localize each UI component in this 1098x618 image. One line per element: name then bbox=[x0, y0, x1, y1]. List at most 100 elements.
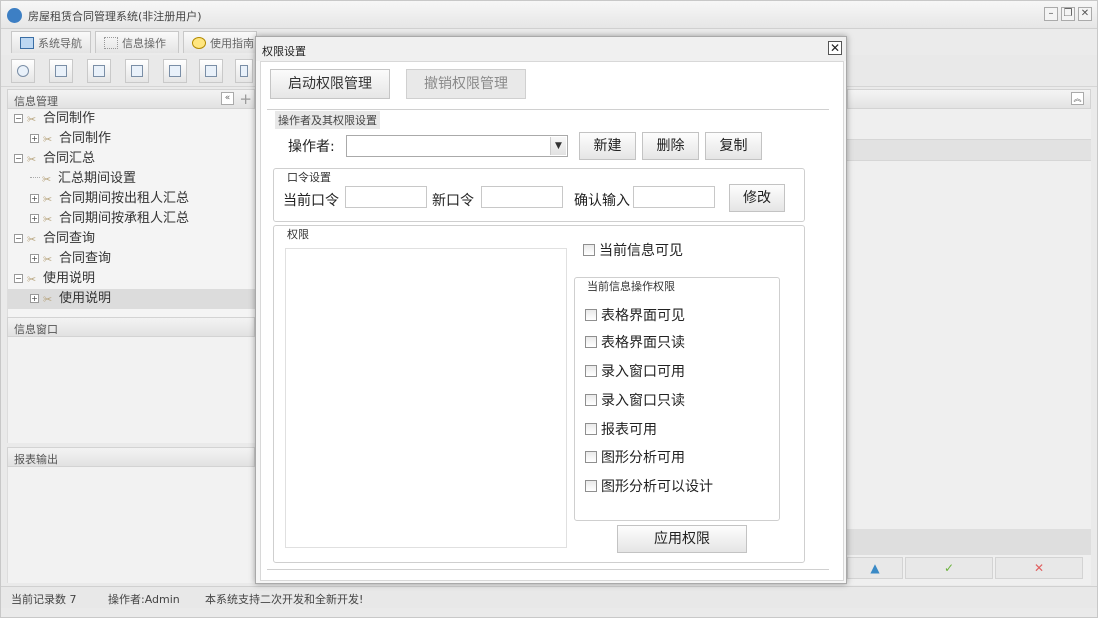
record-nav-bar: ▲ ✓ ✕ bbox=[847, 529, 1091, 579]
expand-toggle-icon[interactable]: + bbox=[30, 194, 39, 203]
tab-usage-guide[interactable]: 使用指南 bbox=[183, 31, 257, 53]
tools-icon: ✂ bbox=[27, 113, 37, 126]
checkbox-box[interactable] bbox=[583, 244, 595, 256]
checkbox-label: 报表可用 bbox=[601, 422, 657, 438]
operator-select[interactable]: ▼ bbox=[346, 135, 568, 157]
tab-label: 信息操作 bbox=[122, 37, 166, 50]
report-usable-checkbox[interactable]: 报表可用 bbox=[585, 419, 657, 439]
tree-item[interactable]: − ✂ 使用说明 bbox=[8, 269, 255, 289]
tree-item[interactable]: + ✂ 合同期间按承租人汇总 bbox=[8, 209, 255, 229]
current-info-visible-checkbox[interactable]: 当前信息可见 bbox=[583, 240, 683, 260]
checkbox-box[interactable] bbox=[585, 480, 597, 492]
tree-item[interactable]: − ✂ 合同制作 bbox=[8, 109, 255, 129]
expand-toggle-icon[interactable]: + bbox=[30, 294, 39, 303]
content-header: ︽ bbox=[847, 89, 1091, 109]
permissions-list[interactable] bbox=[285, 248, 567, 548]
collapse-up-icon[interactable]: ︽ bbox=[1071, 92, 1084, 105]
tree-item[interactable]: − ✂ 合同汇总 bbox=[8, 149, 255, 169]
tab-system-nav[interactable]: 系统导航 bbox=[11, 31, 91, 53]
panel-title: 信息窗口 bbox=[14, 323, 58, 336]
status-bar: 当前记录数 7 操作者:Admin 本系统支持二次开发和全新开发! bbox=[1, 586, 1097, 608]
tab-label: 系统导航 bbox=[38, 37, 82, 50]
modify-password-button[interactable]: 修改 bbox=[729, 184, 785, 212]
collapse-toggle-icon[interactable]: − bbox=[14, 274, 23, 283]
minimize-icon[interactable]: – bbox=[1044, 7, 1058, 21]
close-icon[interactable]: ✕ bbox=[1078, 7, 1092, 21]
search-icon bbox=[17, 65, 29, 77]
graph-usable-checkbox[interactable]: 图形分析可用 bbox=[585, 447, 685, 467]
tree-item[interactable]: ✂ 汇总期间设置 bbox=[8, 169, 255, 189]
report-output-body bbox=[7, 467, 255, 583]
collapse-toggle-icon[interactable]: − bbox=[14, 114, 23, 123]
permissions-section-legend: 权限 bbox=[285, 226, 311, 242]
revoke-permission-button[interactable]: 撤销权限管理 bbox=[406, 69, 526, 99]
dialog-titlebar: 权限设置 ✕ bbox=[256, 37, 846, 61]
collapse-toggle-icon[interactable]: − bbox=[14, 234, 23, 243]
status-message: 本系统支持二次开发和全新开发! bbox=[205, 593, 364, 606]
monitor-icon bbox=[20, 37, 34, 49]
checkbox-label: 表格界面可见 bbox=[601, 308, 685, 324]
delete-operator-button[interactable]: 删除 bbox=[642, 132, 699, 160]
up-arrow-icon[interactable]: ▲ bbox=[847, 557, 903, 579]
copy-operator-button[interactable]: 复制 bbox=[705, 132, 762, 160]
print-button[interactable] bbox=[235, 59, 253, 83]
checkbox-box[interactable] bbox=[585, 423, 597, 435]
grid-visible-checkbox[interactable]: 表格界面可见 bbox=[585, 305, 685, 325]
dialog-title: 权限设置 bbox=[262, 45, 306, 58]
new-operator-button[interactable]: 新建 bbox=[579, 132, 636, 160]
expand-toggle-icon[interactable]: + bbox=[30, 214, 39, 223]
restore-icon[interactable]: ❐ bbox=[1061, 7, 1075, 21]
expand-toggle-icon[interactable]: + bbox=[30, 254, 39, 263]
collapse-icon[interactable]: « bbox=[221, 92, 234, 105]
export-button[interactable] bbox=[199, 59, 223, 83]
grid-icon bbox=[104, 37, 118, 49]
search-button[interactable] bbox=[11, 59, 35, 83]
confirm-password-input[interactable] bbox=[633, 186, 715, 208]
checkbox-box[interactable] bbox=[585, 336, 597, 348]
tree-item[interactable]: + ✂ 合同制作 bbox=[8, 129, 255, 149]
expand-toggle-icon[interactable]: + bbox=[30, 134, 39, 143]
add-icon[interactable]: + bbox=[239, 90, 252, 108]
check-icon[interactable]: ✓ bbox=[905, 557, 993, 579]
list-view-button[interactable] bbox=[49, 59, 73, 83]
new-password-input[interactable] bbox=[481, 186, 563, 208]
checkbox-box[interactable] bbox=[585, 451, 597, 463]
document-button[interactable] bbox=[87, 59, 111, 83]
window-title: 房屋租赁合同管理系统(非注册用户) bbox=[28, 10, 202, 23]
close-icon[interactable]: ✕ bbox=[828, 41, 842, 55]
divider bbox=[267, 109, 829, 110]
window-icon bbox=[169, 65, 181, 77]
cancel-icon[interactable]: ✕ bbox=[995, 557, 1083, 579]
export-icon bbox=[205, 65, 217, 77]
apply-permissions-button[interactable]: 应用权限 bbox=[617, 525, 747, 553]
tree-item[interactable]: + ✂ 合同期间按出租人汇总 bbox=[8, 189, 255, 209]
panel-title: 信息管理 bbox=[14, 95, 58, 108]
tools-icon: ✂ bbox=[43, 213, 53, 226]
entry-readonly-checkbox[interactable]: 录入窗口只读 bbox=[585, 390, 685, 410]
entry-usable-checkbox[interactable]: 录入窗口可用 bbox=[585, 361, 685, 381]
grid-readonly-checkbox[interactable]: 表格界面只读 bbox=[585, 332, 685, 352]
start-permission-button[interactable]: 启动权限管理 bbox=[270, 69, 390, 99]
info-window-body bbox=[7, 337, 255, 443]
tree-item[interactable]: − ✂ 合同查询 bbox=[8, 229, 255, 249]
tree-item-label: 合同制作 bbox=[59, 131, 112, 146]
checkbox-box[interactable] bbox=[585, 365, 597, 377]
tools-icon: ✂ bbox=[43, 253, 53, 266]
tab-info-ops[interactable]: 信息操作 bbox=[95, 31, 179, 53]
users-button[interactable] bbox=[125, 59, 149, 83]
tools-icon: ✂ bbox=[27, 273, 37, 286]
lightbulb-icon bbox=[192, 37, 206, 49]
tree-item-selected[interactable]: + ✂ 使用说明 bbox=[8, 289, 255, 309]
current-password-input[interactable] bbox=[345, 186, 427, 208]
tree-item-label: 合同制作 bbox=[43, 111, 96, 126]
window-button[interactable] bbox=[163, 59, 187, 83]
confirm-password-label: 确认输入 bbox=[574, 193, 630, 209]
checkbox-box[interactable] bbox=[585, 394, 597, 406]
graph-design-checkbox[interactable]: 图形分析可以设计 bbox=[585, 476, 713, 496]
checkbox-label: 表格界面只读 bbox=[601, 335, 685, 351]
checkbox-box[interactable] bbox=[585, 309, 597, 321]
tree-item[interactable]: + ✂ 合同查询 bbox=[8, 249, 255, 269]
collapse-toggle-icon[interactable]: − bbox=[14, 154, 23, 163]
checkbox-label: 图形分析可用 bbox=[601, 450, 685, 466]
list-icon bbox=[55, 65, 67, 77]
